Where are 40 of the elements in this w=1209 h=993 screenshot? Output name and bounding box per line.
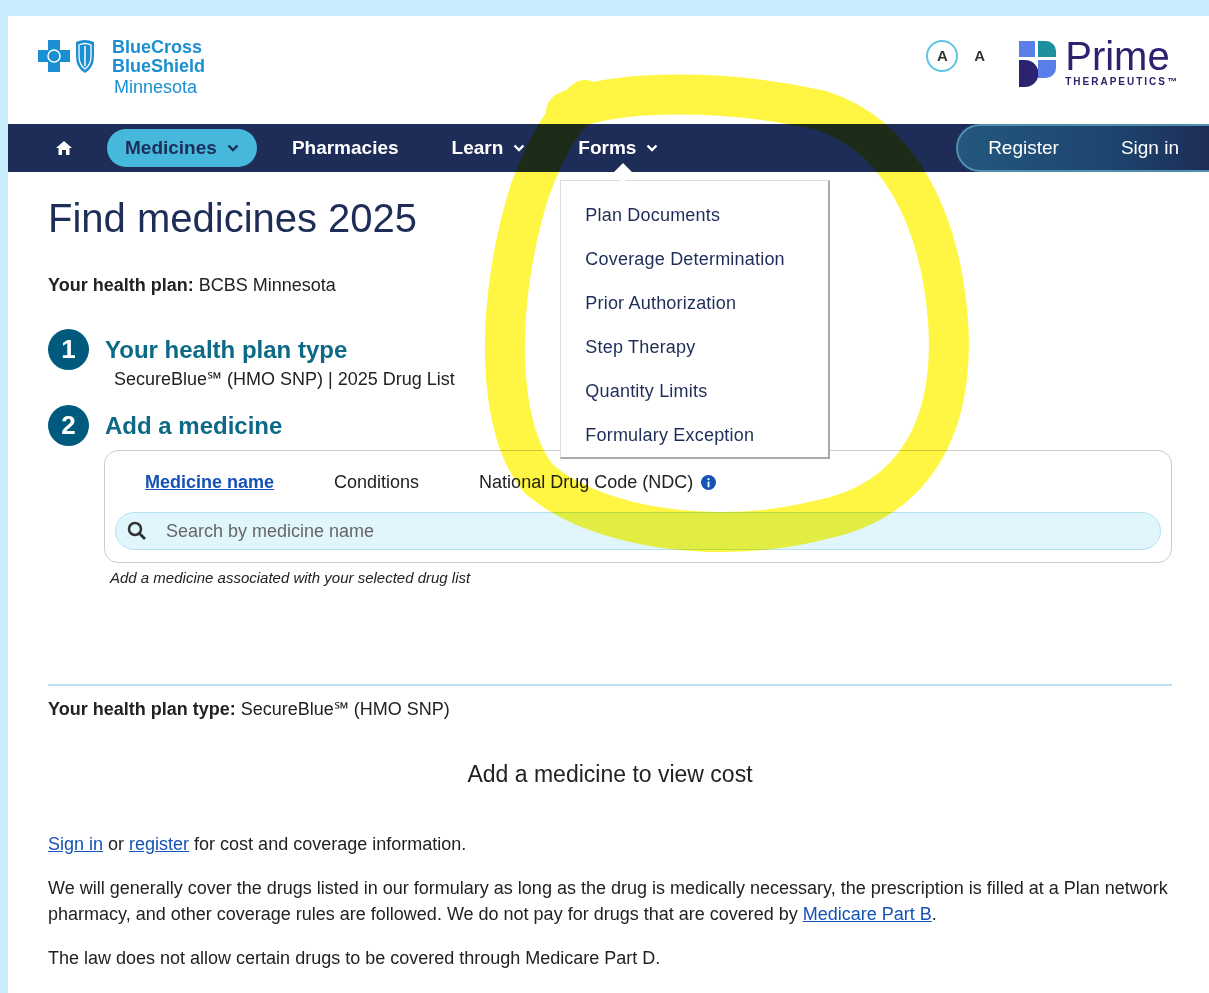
brand-text: BlueShield bbox=[112, 57, 205, 76]
text-link[interactable]: register bbox=[129, 834, 190, 854]
brand-text: BlueCross bbox=[112, 38, 203, 57]
brand-region-text: Minnesota bbox=[113, 76, 198, 98]
search-tab[interactable]: Medicine name bbox=[145, 469, 275, 496]
nav-menu-item[interactable]: Forms bbox=[560, 128, 677, 168]
plan-type-text: Your health plan type: SecureBlue℠ (HMO SNP) bbox=[48, 697, 450, 721]
dropdown-item[interactable]: Formulary Exception bbox=[561, 413, 829, 457]
health-plan-text: Your health plan: BCBS Minnesota bbox=[48, 274, 336, 297]
partner-tagline: THERAPEUTICS™ bbox=[1065, 75, 1179, 89]
hint-text: Add a medicine associated with your selected drug list bbox=[110, 568, 471, 588]
text-size-button[interactable]: A bbox=[926, 40, 959, 72]
dropdown-item[interactable]: Prior Authorization bbox=[561, 281, 829, 325]
text-link[interactable]: Medicare Part B bbox=[802, 904, 932, 925]
step-title: Your health plan type bbox=[105, 334, 348, 365]
prime-logo-icon bbox=[1017, 38, 1058, 89]
paragraph: We will generally cover the drugs listed in our formulary as long as the drug is medically necessary, the prescription is filled at a Plan network pharmacy, and other coverage rules are followed. We do not pay for drugs that are covered by Medicare Part B. bbox=[48, 877, 1169, 927]
step-number: 2 bbox=[48, 405, 89, 446]
dropdown-item[interactable]: Coverage Determination bbox=[561, 237, 829, 281]
step-title: Add a medicine bbox=[105, 410, 283, 441]
search-tab[interactable]: Conditions bbox=[334, 469, 420, 496]
text-size-button[interactable]: A bbox=[974, 44, 986, 68]
home-icon bbox=[55, 140, 73, 156]
partner-name: Prime bbox=[1065, 38, 1170, 74]
dropdown-item[interactable]: Plan Documents bbox=[561, 193, 829, 237]
account-link[interactable]: Register bbox=[988, 133, 1059, 163]
dropdown-item[interactable]: Step Therapy bbox=[561, 325, 829, 369]
dropdown-item[interactable]: Quantity Limits bbox=[561, 369, 829, 413]
nav-menu-item[interactable]: Pharmacies bbox=[273, 128, 417, 168]
account-link[interactable]: Sign in bbox=[1120, 133, 1179, 163]
nav-menu-item[interactable]: Medicines bbox=[107, 128, 257, 168]
search-icon bbox=[127, 521, 147, 541]
page-title: Find medicines 2025 bbox=[48, 195, 418, 242]
paragraph: Sign in or register for cost and coverage information. bbox=[48, 833, 468, 856]
step-detail: SecureBlue℠ (HMO SNP) | 2025 Drug List bbox=[114, 368, 455, 391]
paragraph: The law does not allow certain drugs to be covered through Medicare Part D. bbox=[48, 947, 662, 971]
text-link[interactable]: Sign in bbox=[48, 834, 104, 854]
step-number: 1 bbox=[48, 329, 89, 370]
cost-heading: Add a medicine to view cost bbox=[467, 759, 753, 789]
nav-menu-item[interactable]: Learn bbox=[433, 128, 544, 168]
